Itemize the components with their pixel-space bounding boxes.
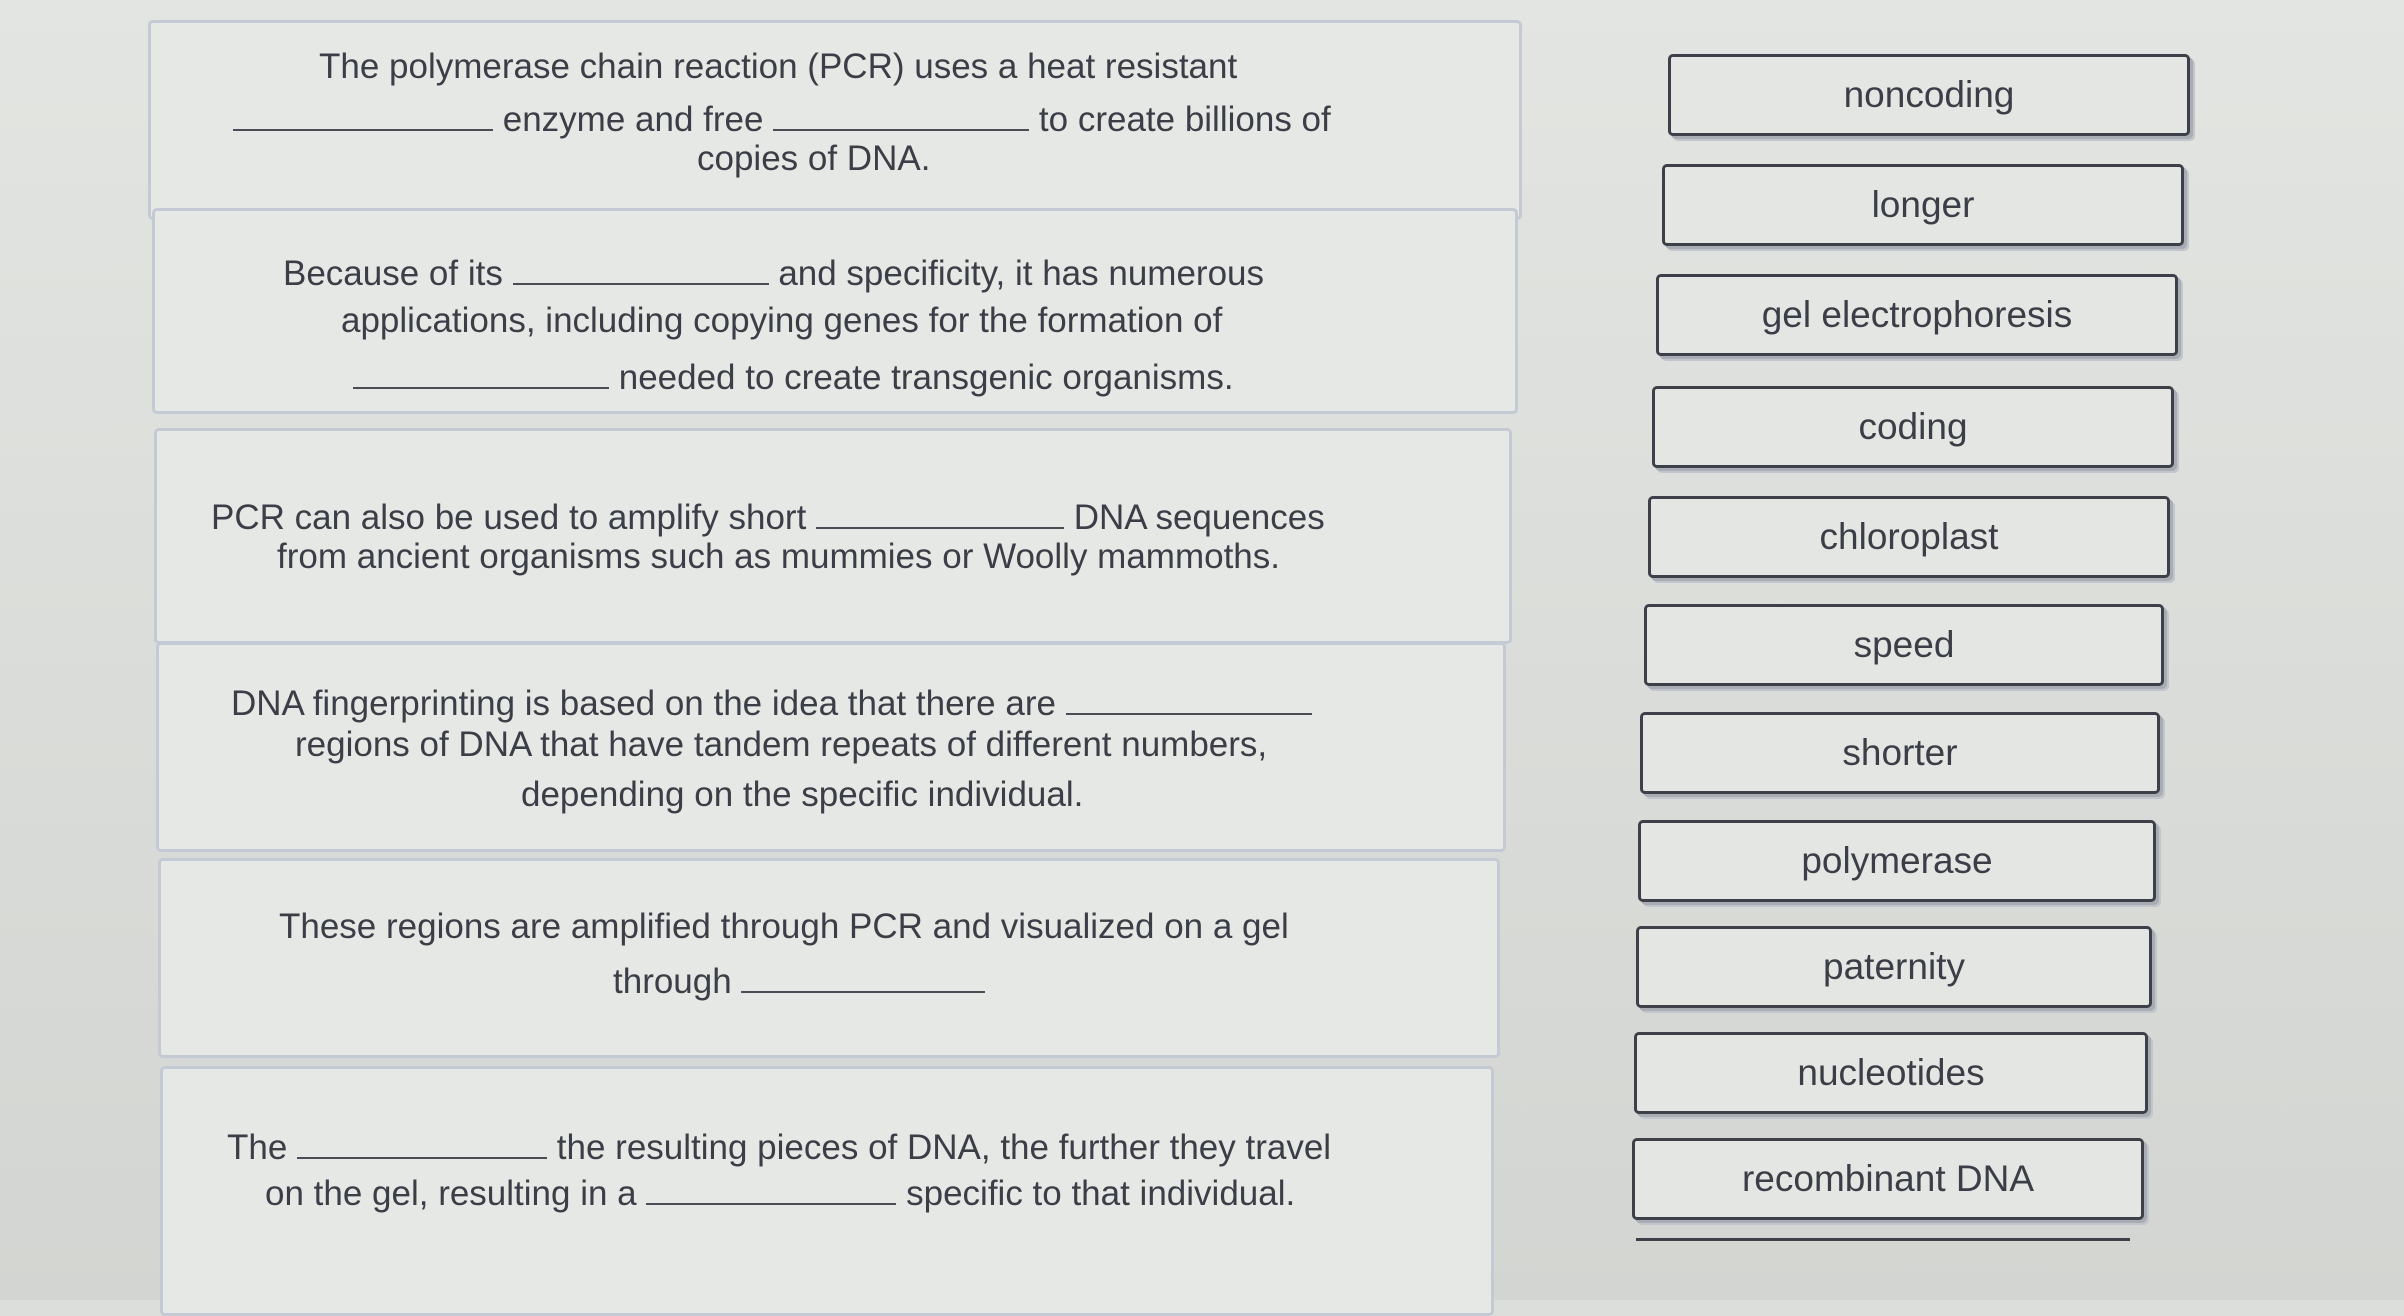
question-card-3: PCR can also be used to amplify short DN…: [154, 428, 1512, 644]
question-text: DNA fingerprinting is based on the idea …: [231, 684, 1066, 723]
answer-blank-slot[interactable]: [773, 89, 1030, 131]
question-line: on the gel, resulting in a specific to t…: [265, 1163, 1295, 1218]
answer-tile-label: gel electrophoresis: [1761, 294, 2073, 335]
question-text: specific to that individual.: [906, 1174, 1296, 1213]
question-text: copies of DNA.: [697, 139, 931, 178]
answer-tile-recombinant-dna[interactable]: recombinant DNA: [1632, 1138, 2144, 1220]
answer-tile-polymerase[interactable]: polymerase: [1638, 820, 2156, 902]
answer-tile-label: paternity: [1823, 946, 1965, 987]
answer-tile-chloroplast[interactable]: chloroplast: [1648, 496, 2170, 578]
answer-blank-slot[interactable]: [353, 347, 609, 389]
answer-tile-gel-electrophoresis[interactable]: gel electrophoresis: [1656, 274, 2178, 356]
question-text: applications, including copying genes fo…: [341, 301, 1223, 340]
question-text: regions of DNA that have tandem repeats …: [295, 725, 1268, 764]
question-card-4: DNA fingerprinting is based on the idea …: [156, 642, 1506, 852]
question-card-2: Because of its and specificity, it has n…: [152, 208, 1518, 414]
answer-tile-label: noncoding: [1843, 74, 2015, 115]
question-line: through: [613, 951, 986, 1006]
drag-and-drop-activity: The polymerase chain reaction (PCR) uses…: [0, 0, 2404, 1316]
answer-tile-nucleotides[interactable]: nucleotides: [1634, 1032, 2148, 1114]
question-text: and specificity, it has numerous: [778, 254, 1265, 293]
answer-tile-label: speed: [1853, 624, 1955, 665]
question-text: PCR can also be used to amplify short: [211, 498, 817, 537]
question-line: These regions are amplified through PCR …: [279, 903, 1289, 951]
answer-blank-slot[interactable]: [512, 243, 769, 285]
answer-blank-slot[interactable]: [741, 951, 986, 993]
answer-tile-coding[interactable]: coding: [1652, 386, 2174, 468]
answer-blank-slot[interactable]: [816, 487, 1065, 529]
answer-bank-divider: [1636, 1238, 2130, 1241]
question-line: from ancient organisms such as mummies o…: [277, 533, 1280, 581]
answer-tile-speed[interactable]: speed: [1644, 604, 2164, 686]
question-text: on the gel, resulting in a: [265, 1174, 647, 1213]
answer-tile-label: polymerase: [1801, 840, 1993, 881]
question-text: The: [227, 1128, 298, 1167]
answer-tile-label: shorter: [1842, 732, 1958, 773]
answer-tile-label: longer: [1871, 184, 1975, 225]
answer-blank-slot[interactable]: [646, 1163, 897, 1205]
question-text: to create billions of: [1038, 100, 1331, 139]
question-text: depending on the specific individual.: [521, 775, 1084, 814]
answer-tile-shorter[interactable]: shorter: [1640, 712, 2160, 794]
answer-tile-paternity[interactable]: paternity: [1636, 926, 2152, 1008]
question-line: regions of DNA that have tandem repeats …: [295, 721, 1267, 769]
question-text: the resulting pieces of DNA, the further…: [556, 1128, 1332, 1167]
answer-tile-label: nucleotides: [1797, 1052, 1985, 1093]
answer-tile-longer[interactable]: longer: [1662, 164, 2184, 246]
question-text: Because of its: [283, 254, 513, 293]
answer-tile-label: chloroplast: [1819, 516, 1999, 557]
question-line: copies of DNA.: [697, 135, 930, 183]
question-line: needed to create transgenic organisms.: [353, 347, 1234, 402]
question-line: The polymerase chain reaction (PCR) uses…: [319, 43, 1237, 91]
question-line: Because of its and specificity, it has n…: [283, 243, 1264, 298]
question-line: applications, including copying genes fo…: [341, 297, 1222, 345]
question-card-5: These regions are amplified through PCR …: [158, 858, 1500, 1058]
question-text: needed to create transgenic organisms.: [618, 358, 1234, 397]
question-line: depending on the specific individual.: [521, 771, 1083, 819]
question-card-6: The the resulting pieces of DNA, the fur…: [160, 1066, 1494, 1316]
answer-blank-slot[interactable]: [1065, 673, 1312, 715]
question-text: enzyme and free: [502, 100, 774, 139]
question-text: DNA sequences: [1073, 498, 1325, 537]
answer-tile-noncoding[interactable]: noncoding: [1668, 54, 2190, 136]
question-text: through: [613, 962, 742, 1001]
answer-tile-label: recombinant DNA: [1741, 1158, 2034, 1199]
answer-blank-slot[interactable]: [297, 1117, 548, 1159]
question-card-1: The polymerase chain reaction (PCR) uses…: [148, 20, 1522, 220]
answer-tile-label: coding: [1858, 406, 1968, 447]
question-text: from ancient organisms such as mummies o…: [277, 537, 1280, 576]
question-line: DNA fingerprinting is based on the idea …: [231, 673, 1312, 728]
question-text: These regions are amplified through PCR …: [279, 907, 1289, 946]
answer-blank-slot[interactable]: [233, 89, 493, 131]
question-text: The polymerase chain reaction (PCR) uses…: [319, 47, 1238, 86]
